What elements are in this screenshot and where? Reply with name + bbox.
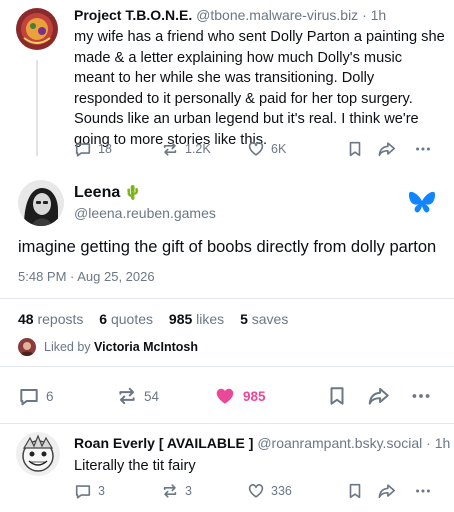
post-actions: 18 1.2K 6K xyxy=(74,140,439,160)
like-icon xyxy=(216,388,234,404)
reply-icon xyxy=(20,388,38,406)
bookmark-button[interactable] xyxy=(346,482,364,500)
avatar xyxy=(18,338,36,356)
reply-count: 18 xyxy=(98,142,112,156)
reply-button[interactable]: 6 xyxy=(18,385,54,407)
like-count: 6K xyxy=(271,142,287,156)
post-meta: Roan Everly [ AVAILABLE ] @roanrampant.b… xyxy=(74,435,450,451)
display-name-row: Leena 🌵 xyxy=(74,184,142,202)
avatar[interactable] xyxy=(18,180,64,226)
share-button[interactable] xyxy=(377,140,397,158)
like-icon xyxy=(248,142,264,156)
likes-stat[interactable]: 985 likes xyxy=(169,311,224,327)
parent-post[interactable]: Project T.B.O.N.E. @tbone.malware-virus.… xyxy=(0,0,454,172)
post-actions: 3 3 336 xyxy=(74,482,439,502)
liked-by[interactable]: Liked by Victoria McIntosh xyxy=(18,338,198,356)
more-icon xyxy=(416,489,430,493)
divider xyxy=(0,366,454,367)
handle[interactable]: @leena.reuben.games xyxy=(74,205,216,221)
avatar[interactable] xyxy=(16,432,60,476)
bookmark-button[interactable] xyxy=(326,385,348,407)
post-actions: 6 54 985 xyxy=(18,385,436,409)
saves-stat[interactable]: 5 saves xyxy=(240,311,288,327)
liked-by-prefix: Liked by xyxy=(44,340,91,354)
bookmark-icon xyxy=(349,141,361,157)
share-button[interactable] xyxy=(367,385,391,407)
post-time[interactable]: · 1h xyxy=(362,7,386,23)
post-text: my wife has a friend who sent Dolly Part… xyxy=(74,29,445,148)
reply-icon xyxy=(75,485,91,499)
repost-button[interactable]: 3 xyxy=(161,482,192,500)
cactus-icon: 🌵 xyxy=(124,185,142,201)
repost-count: 54 xyxy=(144,388,160,404)
repost-icon xyxy=(163,484,177,498)
handle[interactable]: @roanrampant.bsky.social xyxy=(257,435,422,451)
post-text: imagine getting the gift of boobs direct… xyxy=(18,238,437,256)
repost-button[interactable]: 1.2K xyxy=(161,140,211,158)
like-count: 336 xyxy=(271,484,292,498)
bookmark-icon xyxy=(330,387,344,405)
like-button[interactable]: 336 xyxy=(247,482,292,500)
reply-button[interactable]: 3 xyxy=(74,482,105,500)
share-icon xyxy=(378,484,396,499)
reply-count: 3 xyxy=(98,484,105,498)
like-button[interactable]: 6K xyxy=(247,140,286,158)
post-time[interactable]: · 1h xyxy=(426,435,450,451)
bookmark-button[interactable] xyxy=(346,140,364,158)
repost-icon xyxy=(163,142,177,156)
share-icon xyxy=(368,387,389,405)
repost-count: 1.2K xyxy=(185,142,211,156)
display-name[interactable]: Leena xyxy=(74,184,120,202)
more-button[interactable] xyxy=(410,385,432,407)
share-icon xyxy=(378,142,396,157)
like-count: 985 xyxy=(243,388,266,404)
reposts-stat[interactable]: 48 reposts xyxy=(18,311,83,327)
post-text: Literally the tit fairy xyxy=(74,458,196,474)
thread-line xyxy=(36,60,38,156)
post-stats: 48 reposts 6 quotes 985 likes 5 saves xyxy=(18,311,300,327)
reply-button[interactable]: 18 xyxy=(74,140,112,158)
avatar[interactable] xyxy=(16,8,58,50)
like-icon xyxy=(248,484,264,498)
like-button[interactable]: 985 xyxy=(213,385,266,407)
post-timestamp: 5:48 PM · Aug 25, 2026 xyxy=(18,269,155,284)
repost-button[interactable]: 54 xyxy=(116,385,159,407)
quotes-stat[interactable]: 6 quotes xyxy=(99,311,153,327)
repost-icon xyxy=(119,387,135,405)
bluesky-butterfly-icon xyxy=(408,190,436,216)
display-name[interactable]: Roan Everly [ AVAILABLE ] xyxy=(74,435,253,451)
liked-by-name[interactable]: Victoria McIntosh xyxy=(94,340,198,354)
post-meta: Project T.B.O.N.E. @tbone.malware-virus.… xyxy=(74,7,386,23)
divider xyxy=(0,298,454,299)
reply-post[interactable]: Roan Everly [ AVAILABLE ] @roanrampant.b… xyxy=(0,424,454,512)
display-name[interactable]: Project T.B.O.N.E. xyxy=(74,7,192,23)
repost-count: 3 xyxy=(185,484,192,498)
share-button[interactable] xyxy=(377,482,397,500)
more-icon xyxy=(416,147,430,151)
reply-count: 6 xyxy=(46,388,54,404)
bookmark-icon xyxy=(349,483,361,499)
reply-icon xyxy=(75,143,91,157)
more-icon xyxy=(412,394,430,398)
more-button[interactable] xyxy=(414,140,432,158)
more-button[interactable] xyxy=(414,482,432,500)
handle[interactable]: @tbone.malware-virus.biz xyxy=(196,7,358,23)
